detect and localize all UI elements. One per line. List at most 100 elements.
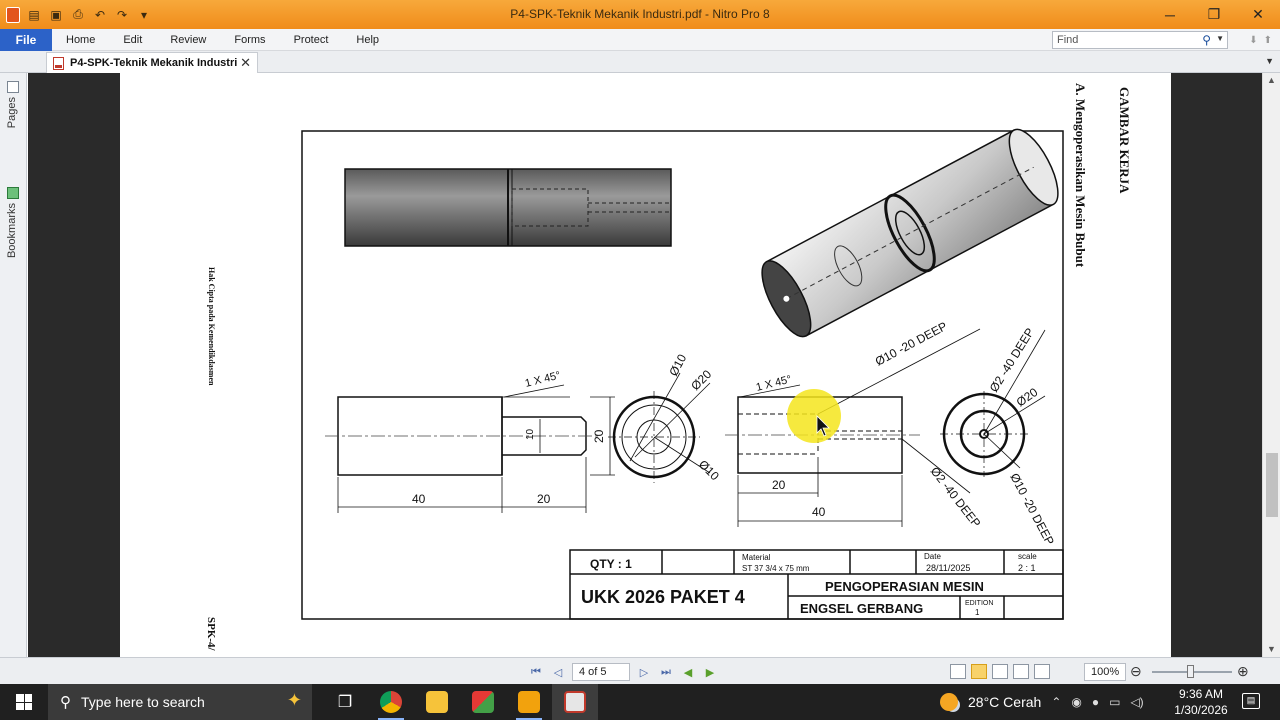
forward-view-icon[interactable]: ▶ xyxy=(702,664,718,680)
pages-panel-icon[interactable] xyxy=(7,81,19,93)
document-tab-label: P4-SPK-Teknik Mekanik Industri xyxy=(70,57,238,69)
date-label: Date xyxy=(924,552,941,561)
meet-now-icon[interactable]: ◉ xyxy=(1071,695,1081,709)
back-view-icon[interactable]: ◀ xyxy=(680,664,696,680)
fit-width-icon[interactable] xyxy=(1013,664,1029,679)
vertical-scrollbar[interactable]: ▲ ▼ xyxy=(1262,73,1280,657)
page-footer-code: SPK-4/ xyxy=(205,617,217,652)
weather-icon[interactable] xyxy=(940,693,958,711)
zoom-out-icon[interactable]: ⊖ xyxy=(1130,663,1142,680)
scale-label: scale xyxy=(1018,552,1037,561)
section-heading: A. Mengoperasikan Mesin Bubut xyxy=(1073,83,1088,268)
scroll-up-arrow-icon[interactable]: ▲ xyxy=(1267,75,1276,85)
dim-40-left-label: 40 xyxy=(412,492,426,506)
volume-icon[interactable]: ◁) xyxy=(1130,695,1143,709)
dim-10-label: 10 xyxy=(525,428,536,440)
notification-center-icon[interactable]: ▤ xyxy=(1242,693,1260,709)
find-input[interactable]: Find ⚲ ▼ xyxy=(1052,31,1228,49)
tab-protect[interactable]: Protect xyxy=(280,29,343,51)
zoom-input[interactable]: 100% xyxy=(1084,663,1126,681)
tab-home[interactable]: Home xyxy=(52,29,109,51)
qty-label: QTY : 1 xyxy=(590,557,632,571)
find-options-dropdown-icon[interactable]: ▼ xyxy=(1216,34,1224,43)
bookmarks-panel-tab[interactable]: Bookmarks xyxy=(6,203,18,258)
chrome-taskbar-button[interactable] xyxy=(368,684,414,720)
tab-forms[interactable]: Forms xyxy=(220,29,279,51)
close-tab-button[interactable]: ✕ xyxy=(240,55,251,71)
search-highlight-icon: ✦ xyxy=(286,690,302,710)
search-icon[interactable]: ⚲ xyxy=(1202,33,1211,47)
nitro-pro-icon xyxy=(518,691,540,713)
shaded-side-view xyxy=(344,168,672,247)
tab-review[interactable]: Review xyxy=(156,29,220,51)
nitro-taskbar-button[interactable] xyxy=(506,684,552,720)
network-icon[interactable]: ▭ xyxy=(1109,695,1120,709)
previous-page-icon[interactable]: ◁ xyxy=(550,664,566,680)
edition-value: 1 xyxy=(975,608,980,617)
dim-40-right-label: 40 xyxy=(812,505,826,519)
windows-taskbar: ⚲ Type here to search ✦ ❐ 28°C Cerah ⌃ ◉… xyxy=(0,684,1280,720)
microphone-icon[interactable]: ● xyxy=(1092,695,1099,709)
page-navigation: ⏮ ◁ 4 of 5 ▷ ⏭ ◀ ▶ xyxy=(528,663,718,681)
app-taskbar-button-1[interactable] xyxy=(460,684,506,720)
close-button[interactable]: ✕ xyxy=(1236,0,1280,29)
document-viewer[interactable]: 1 X 45° 10 20 40 20 Ø10 Ø20 Ø10 1 X 45° … xyxy=(28,73,1262,657)
cursor-highlight xyxy=(787,389,841,443)
system-tray: 28°C Cerah ⌃ ◉ ● ▭ ◁) xyxy=(940,684,1144,720)
image-app-icon xyxy=(564,691,586,713)
start-button[interactable] xyxy=(0,684,48,720)
minimize-button[interactable]: ─ xyxy=(1148,0,1192,29)
scroll-down-arrow-icon[interactable]: ▼ xyxy=(1267,644,1276,654)
weather-text[interactable]: 28°C Cerah xyxy=(968,694,1041,710)
system-clock[interactable]: 9:36 AM 1/30/2026 xyxy=(1170,686,1232,718)
title-bar: ▤ ▣ ⎙ ↶ ↷ ▾ P4-SPK-Teknik Mekanik Indust… xyxy=(0,0,1280,29)
edition-label: EDITION xyxy=(965,600,993,607)
windows-logo-icon xyxy=(16,694,32,710)
zoom-in-icon[interactable]: ⊕ xyxy=(1237,663,1249,680)
restore-button[interactable]: ❐ xyxy=(1192,0,1236,29)
file-menu[interactable]: File xyxy=(0,28,52,51)
dim-20-right-label: 20 xyxy=(772,478,786,492)
show-hidden-icons-icon[interactable]: ⌃ xyxy=(1051,695,1061,709)
find-prev-icon[interactable]: ⬇ xyxy=(1249,35,1257,46)
pages-panel-tab[interactable]: Pages xyxy=(6,97,18,128)
pinned-apps: ❐ xyxy=(322,684,598,720)
tab-help[interactable]: Help xyxy=(342,29,393,51)
search-icon: ⚲ xyxy=(60,694,71,711)
engineering-drawing: 1 X 45° 10 20 40 20 Ø10 Ø20 Ø10 1 X 45° … xyxy=(205,83,1132,652)
folder-icon xyxy=(426,691,448,713)
job-title: PENGOPERASIAN MESIN xyxy=(825,579,984,594)
bookmarks-panel-icon[interactable] xyxy=(7,187,19,199)
side-panel: Pages Bookmarks xyxy=(0,73,27,657)
first-page-icon[interactable]: ⏮ xyxy=(528,664,544,680)
dim-20-height-label: 20 xyxy=(592,429,606,443)
find-next-icon[interactable]: ⬆ xyxy=(1264,35,1272,46)
fit-page-icon[interactable] xyxy=(1034,664,1050,679)
next-page-icon[interactable]: ▷ xyxy=(636,664,652,680)
zoom-slider-handle[interactable] xyxy=(1187,665,1194,678)
status-bar: ⏮ ◁ 4 of 5 ▷ ⏭ ◀ ▶ 100% ⊖ ⊕ xyxy=(0,657,1280,684)
pdf-page: 1 X 45° 10 20 40 20 Ø10 Ø20 Ø10 1 X 45° … xyxy=(120,73,1171,657)
chrome-icon xyxy=(380,691,402,713)
scrollbar-thumb[interactable] xyxy=(1266,453,1278,517)
ribbon-tabs: File Home Edit Review Forms Protect Help… xyxy=(0,28,1280,51)
taskbar-search-box[interactable]: ⚲ Type here to search ✦ xyxy=(48,684,312,720)
continuous-view-icon[interactable] xyxy=(971,664,987,679)
app-taskbar-button-2[interactable] xyxy=(552,684,598,720)
page-layout-buttons xyxy=(950,664,1050,679)
date-value: 28/11/2025 xyxy=(926,563,970,573)
task-view-button[interactable]: ❐ xyxy=(322,684,368,720)
facing-pages-view-icon[interactable] xyxy=(992,664,1008,679)
document-tab[interactable]: P4-SPK-Teknik Mekanik Industri ✕ xyxy=(46,52,258,73)
page-number-input[interactable]: 4 of 5 xyxy=(572,663,630,681)
scale-value: 2 : 1 xyxy=(1018,563,1036,573)
file-explorer-taskbar-button[interactable] xyxy=(414,684,460,720)
task-view-icon: ❐ xyxy=(337,694,353,711)
last-page-icon[interactable]: ⏭ xyxy=(658,664,674,680)
clock-date: 1/30/2026 xyxy=(1174,703,1228,717)
tab-list-dropdown-icon[interactable]: ▼ xyxy=(1265,56,1274,66)
tab-edit[interactable]: Edit xyxy=(109,29,156,51)
single-page-view-icon[interactable] xyxy=(950,664,966,679)
pdf-file-icon xyxy=(53,56,64,70)
part-name: ENGSEL GERBANG xyxy=(800,601,923,616)
